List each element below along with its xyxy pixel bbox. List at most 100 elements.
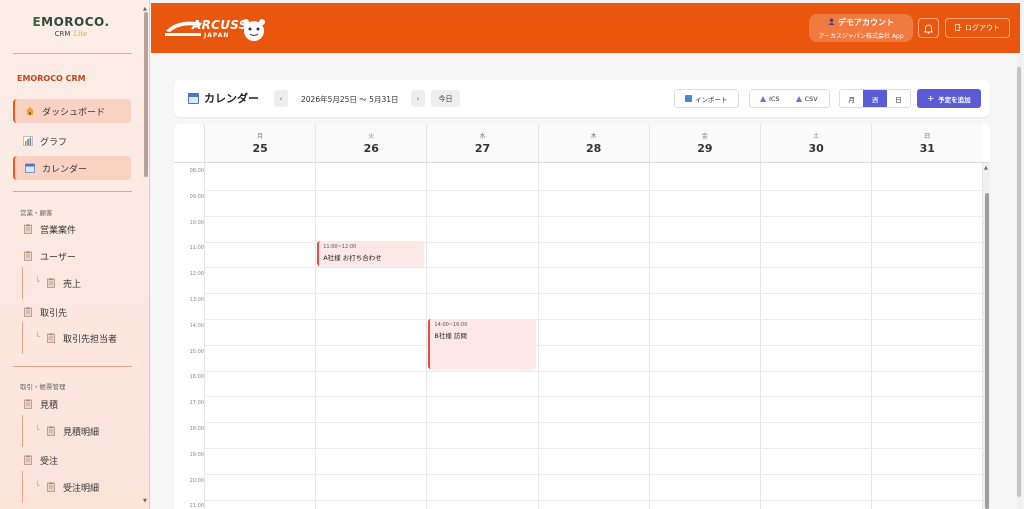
event-time: 14:00~16:00: [434, 321, 468, 328]
day-header[interactable]: 月 25: [204, 124, 316, 163]
time-label: 08:00: [189, 168, 204, 174]
section-label-sales: 営業・顧客: [20, 209, 53, 217]
calendar-event[interactable]: 11:00~12:00 A社様 お打ち合わせ: [317, 241, 425, 267]
day-header[interactable]: 木 28: [537, 124, 649, 163]
hour-line: [204, 499, 982, 501]
day-of-week: 月: [257, 133, 264, 140]
sidebar-item-label: 取引先担当者: [63, 334, 118, 345]
tree-elbow-icon: └: [35, 425, 40, 434]
scroll-up-arrow-icon[interactable]: ▲: [984, 165, 988, 171]
clipboard-icon: [22, 307, 33, 318]
divider: [13, 366, 132, 367]
clipboard-icon: [22, 455, 33, 466]
clipboard-icon: [45, 333, 56, 344]
page-title: カレンダー: [188, 90, 259, 106]
calendar-scrollbar[interactable]: ▲: [983, 163, 990, 509]
sidebar-item-graph[interactable]: グラフ: [13, 129, 131, 153]
account-menu[interactable]: デモアカウント アーカスジャパン株式会社 App: [809, 14, 913, 42]
today-button[interactable]: 今日: [431, 90, 460, 107]
sidebar-item-label: 受注: [40, 456, 59, 467]
ics-export-button[interactable]: ICS: [750, 95, 780, 103]
day-header[interactable]: 火 26: [315, 124, 427, 163]
clipboard-icon: [22, 399, 33, 410]
logout-button[interactable]: ログアウト: [945, 18, 1010, 38]
time-label: 14:00: [189, 322, 204, 329]
prev-week-button[interactable]: ‹: [274, 90, 288, 107]
calendar-toolbar: カレンダー ‹ 2026年5月25日 〜 5月31日 › 今日 インポート IC…: [174, 80, 990, 117]
hour-line: [204, 396, 982, 398]
scroll-thumb[interactable]: [144, 12, 148, 177]
brand-name: ARCUSS: [192, 18, 248, 32]
calendar-event[interactable]: 14:00~16:00 B社様 訪問: [428, 318, 536, 370]
sidebar-item-calendar[interactable]: カレンダー: [13, 156, 131, 180]
sidebar-item-client-contacts[interactable]: └ 取引先担当者: [13, 322, 131, 354]
view-switcher: 月 週 日: [839, 89, 911, 108]
divider: [13, 53, 132, 54]
user-icon: [828, 18, 835, 27]
clipboard-icon: [22, 224, 33, 235]
time-label: 16:00: [189, 374, 204, 381]
day-header[interactable]: 金 29: [648, 124, 760, 163]
sidebar-item-quotes[interactable]: 見積: [13, 392, 131, 416]
chart-icon: [22, 136, 33, 147]
clipboard-icon: [45, 482, 56, 493]
day-number: 25: [252, 142, 268, 155]
view-week-button[interactable]: 週: [863, 90, 887, 107]
time-grid[interactable]: ▲ 08:00 09:00 10:00 11:00 12:00 13:00 14:00 15:…: [174, 163, 990, 509]
user-name: デモアカウント: [838, 18, 894, 27]
time-label: 18:00: [189, 426, 204, 432]
page-scrollbar[interactable]: [1017, 55, 1022, 509]
app-name: EMOROCO CRM: [17, 74, 86, 83]
emoroco-logo[interactable]: EMOROCO. CRM Lite: [0, 0, 142, 53]
sidebar-item-order-details[interactable]: └ 受注明細: [13, 471, 131, 503]
hour-line: [204, 319, 982, 320]
arcuss-logo[interactable]: ARCUSS JAPAN: [164, 17, 268, 43]
tree-elbow-icon: └: [35, 277, 40, 286]
sidebar-scrollbar[interactable]: ▲ ▼: [143, 6, 149, 504]
main-content: カレンダー ‹ 2026年5月25日 〜 5月31日 › 今日 インポート IC…: [151, 53, 1020, 509]
view-day-button[interactable]: 日: [887, 90, 910, 107]
day-number: 30: [808, 142, 824, 155]
sidebar-item-dashboard[interactable]: ダッシュボード: [13, 99, 131, 123]
sidebar-item-quote-details[interactable]: └ 見積明細: [13, 415, 131, 447]
import-button[interactable]: インポート: [674, 89, 739, 108]
scroll-thumb[interactable]: [1017, 67, 1021, 497]
csv-export-button[interactable]: CSV: [780, 95, 818, 103]
sidebar-item-label: グラフ: [40, 137, 68, 148]
sidebar-item-label: 売上: [63, 279, 82, 290]
bell-icon: [923, 19, 934, 38]
sidebar-item-clients[interactable]: 取引先: [13, 300, 131, 324]
logout-icon: [955, 23, 962, 33]
notification-button[interactable]: [918, 18, 939, 38]
scroll-thumb[interactable]: [985, 193, 989, 509]
logo-lite: Lite: [73, 30, 88, 38]
day-header[interactable]: 土 30: [760, 124, 872, 163]
time-label: 09:00: [189, 193, 204, 200]
sidebar-item-users[interactable]: ユーザー: [13, 244, 131, 268]
event-title: B社様 訪問: [434, 331, 467, 340]
sidebar-item-label: ダッシュボード: [42, 107, 106, 118]
day-of-week: 金: [701, 133, 708, 140]
sidebar-item-deals[interactable]: 営業案件: [13, 217, 131, 241]
day-header[interactable]: 水 27: [426, 124, 538, 163]
home-icon: [24, 106, 35, 117]
calendar-icon: [24, 163, 35, 174]
clipboard-icon: [22, 251, 33, 262]
sidebar-item-orders[interactable]: 受注: [13, 448, 131, 472]
hour-line: [204, 267, 982, 269]
day-header[interactable]: 日 31: [871, 124, 983, 163]
export-group: ICS CSV: [749, 89, 830, 108]
tree-elbow-icon: └: [35, 481, 40, 490]
scroll-down-arrow-icon[interactable]: ▼: [143, 498, 147, 504]
next-week-button[interactable]: ›: [411, 90, 425, 107]
add-event-button[interactable]: + 予定を追加: [917, 89, 981, 108]
sidebar-item-label: 受注明細: [63, 483, 100, 494]
hour-line: [204, 422, 982, 424]
time-label: 15:00: [189, 348, 204, 355]
time-label: 21:00: [189, 503, 204, 509]
view-month-button[interactable]: 月: [840, 90, 863, 107]
hour-line: [204, 293, 982, 295]
sidebar-item-sales[interactable]: └ 売上: [13, 267, 131, 299]
time-label: 19:00: [189, 451, 204, 458]
import-label: インポート: [695, 95, 728, 104]
